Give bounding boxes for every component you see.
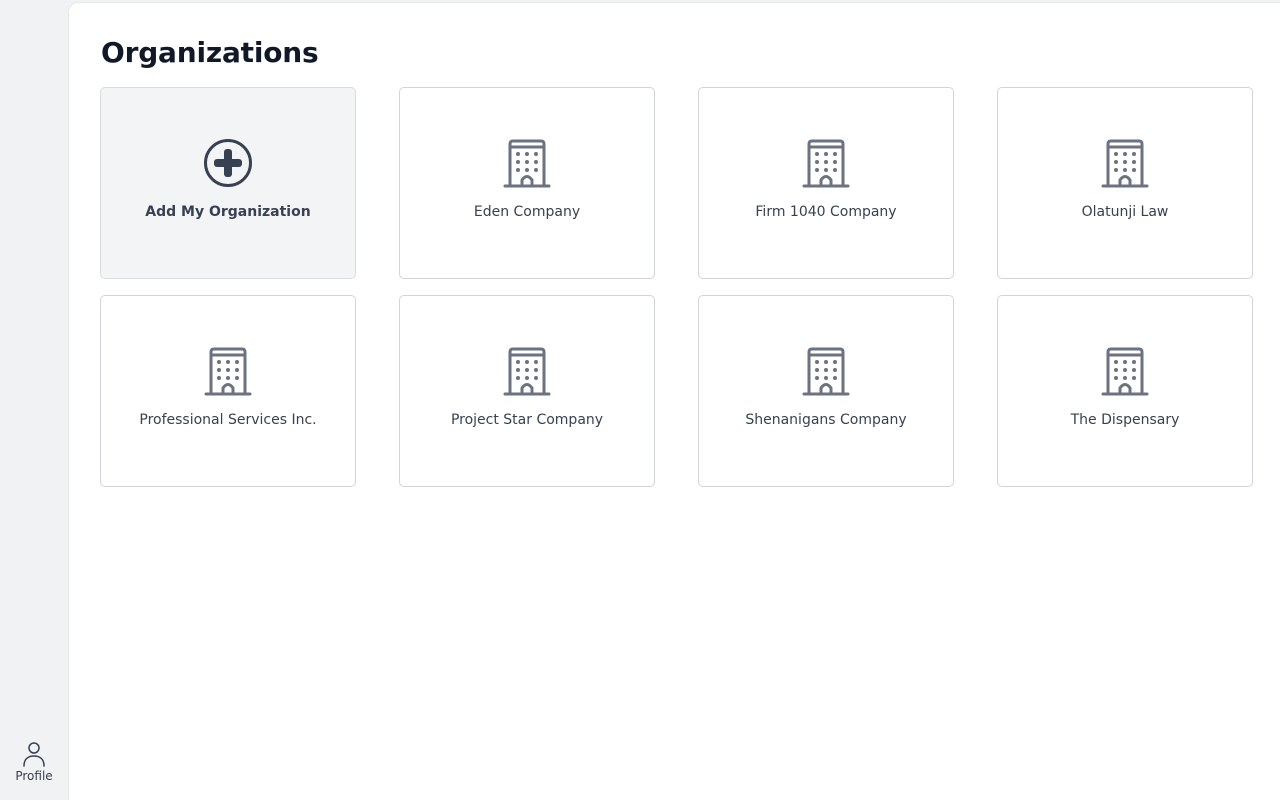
- organization-name: Project Star Company: [450, 412, 604, 428]
- organization-name: Eden Company: [473, 204, 581, 220]
- plus-circle-icon: [204, 139, 252, 187]
- building-icon: [1101, 139, 1149, 188]
- user-icon: [23, 742, 45, 767]
- profile-label: Profile: [15, 769, 53, 783]
- organization-card[interactable]: Project Star Company: [399, 295, 655, 487]
- building-icon: [802, 347, 850, 396]
- organization-name: Shenanigans Company: [745, 412, 907, 428]
- building-icon: [204, 347, 252, 396]
- page-title: Organizations: [101, 36, 319, 69]
- organization-card[interactable]: Firm 1040 Company: [698, 87, 954, 279]
- sidebar: Profile: [0, 0, 68, 800]
- organization-card[interactable]: The Dispensary: [997, 295, 1253, 487]
- building-icon: [503, 139, 551, 188]
- organization-card[interactable]: Professional Services Inc.: [100, 295, 356, 487]
- organization-card[interactable]: Shenanigans Company: [698, 295, 954, 487]
- profile-button[interactable]: Profile: [0, 741, 68, 783]
- main-content: Organizations Add My Organization Eden C…: [68, 2, 1280, 800]
- organization-name: The Dispensary: [1070, 412, 1180, 428]
- organization-name: Firm 1040 Company: [755, 204, 897, 220]
- organization-name: Professional Services Inc.: [139, 412, 317, 428]
- add-organization-label: Add My Organization: [145, 204, 311, 220]
- organization-card[interactable]: Olatunji Law: [997, 87, 1253, 279]
- organizations-grid: Add My Organization Eden Company Firm 10…: [100, 87, 1253, 487]
- building-icon: [503, 347, 551, 396]
- building-icon: [1101, 347, 1149, 396]
- building-icon: [802, 139, 850, 188]
- add-organization-card[interactable]: Add My Organization: [100, 87, 356, 279]
- organization-card[interactable]: Eden Company: [399, 87, 655, 279]
- organization-name: Olatunji Law: [1081, 204, 1169, 220]
